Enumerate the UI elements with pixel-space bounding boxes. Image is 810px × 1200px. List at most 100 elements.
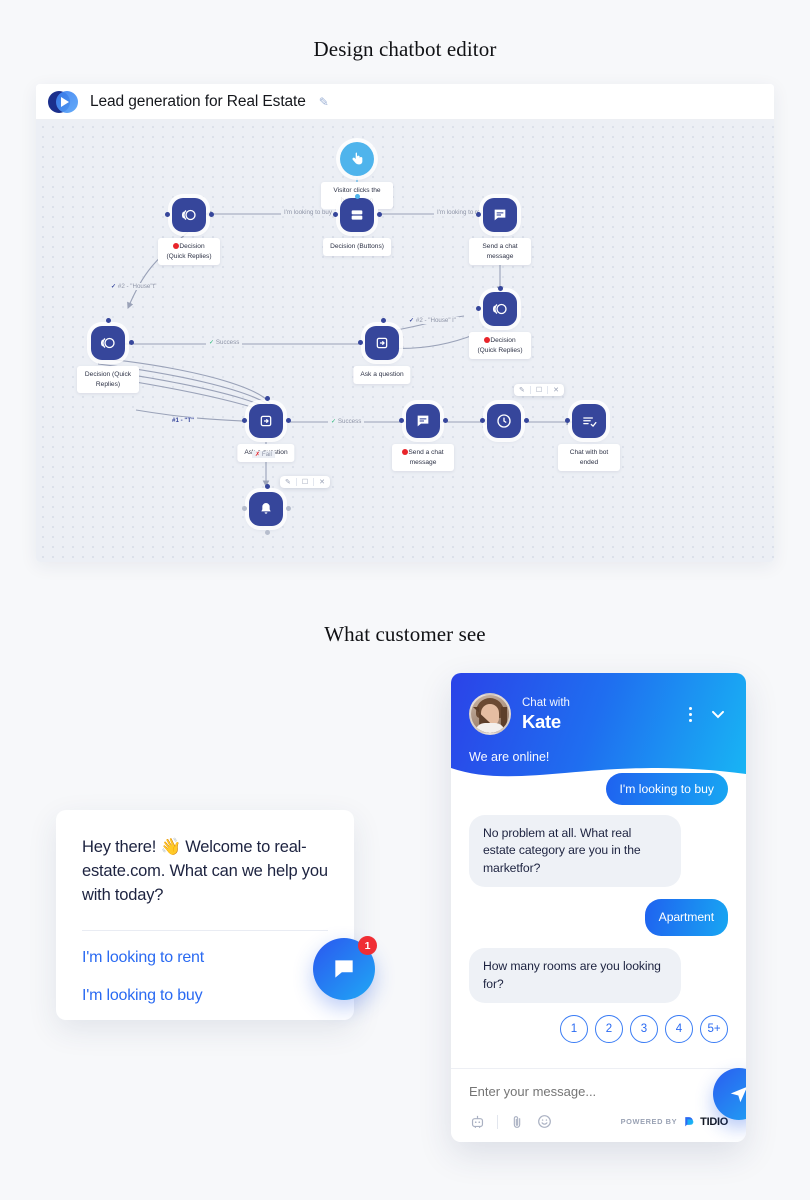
port[interactable] xyxy=(129,340,134,345)
quick-replies-icon xyxy=(91,326,125,360)
port[interactable] xyxy=(399,418,404,423)
avatar xyxy=(469,693,511,735)
room-option-3[interactable]: 3 xyxy=(630,1014,658,1043)
node-decision-quick-replies-3[interactable]: Decision (Quick Replies) xyxy=(77,326,139,394)
send-icon xyxy=(730,1087,746,1103)
emoji-icon[interactable] xyxy=(536,1113,553,1130)
room-option-5plus[interactable]: 5+ xyxy=(700,1014,728,1043)
node-chat-ended[interactable]: Chat with bot ended xyxy=(558,404,620,472)
chat-message-user-1: I'm looking to buy xyxy=(605,773,728,805)
port[interactable] xyxy=(443,418,448,423)
edge-label-house2-left: ✓ #2 - "House"t" xyxy=(108,283,160,290)
chat-widget-footer: POWERED BY TIDIO xyxy=(451,1068,746,1142)
chat-launcher-button[interactable]: 1 xyxy=(313,936,377,1000)
port[interactable] xyxy=(565,418,570,423)
edge-label-buy: I'm looking to buy xyxy=(281,209,335,216)
port[interactable] xyxy=(106,318,111,323)
node-mini-toolbar[interactable]: ✎ ☐ ✕ xyxy=(514,384,565,396)
attachment-icon[interactable] xyxy=(509,1114,525,1130)
chat-message-bot-1: No problem at all. What real estate cate… xyxy=(469,815,681,887)
node-notify[interactable] xyxy=(249,492,283,526)
pencil-icon[interactable]: ✎ xyxy=(319,95,329,109)
chatbot-editor-window: Lead generation for Real Estate ✎ Visito… xyxy=(36,84,774,562)
divider xyxy=(547,386,549,394)
port[interactable] xyxy=(524,418,529,423)
port[interactable] xyxy=(265,530,270,535)
node-send-message-1-label: Send a chat message xyxy=(469,238,531,266)
edge-label-house1: #1 - "T" xyxy=(169,417,198,424)
port[interactable] xyxy=(265,484,270,489)
chat-bubble-icon xyxy=(335,960,353,978)
kebab-menu-icon[interactable] xyxy=(689,706,692,722)
node-trigger[interactable]: Visitor clicks the bots button xyxy=(321,142,393,210)
node-decision-buttons-label: Decision (Buttons) xyxy=(323,238,391,256)
chat-message-bot-2: How many rooms are you looking for? xyxy=(469,948,681,1003)
flow-canvas[interactable]: Visitor clicks the bots button Decision … xyxy=(36,120,774,562)
agent-name: Kate xyxy=(522,710,561,732)
hand-click-icon xyxy=(340,142,374,176)
room-option-2[interactable]: 2 xyxy=(595,1014,623,1043)
edge-label-house2-right: ✓ #2 - "House" l" xyxy=(406,317,459,324)
welcome-option-buy[interactable]: I'm looking to buy xyxy=(82,987,328,1005)
powered-by: POWERED BY TIDIO xyxy=(620,1115,729,1128)
tidio-play-logo-icon xyxy=(48,90,80,114)
port[interactable] xyxy=(358,340,363,345)
copy-icon[interactable]: ☐ xyxy=(302,479,308,486)
node-decision-quick-replies-2[interactable]: Decision (Quick Replies) xyxy=(469,292,531,360)
chevron-down-icon[interactable] xyxy=(708,704,728,724)
node-ask-question-1[interactable]: Ask a question xyxy=(353,326,411,384)
bot-icon[interactable] xyxy=(469,1113,486,1130)
port[interactable] xyxy=(165,212,170,217)
close-icon[interactable]: ✕ xyxy=(553,387,559,394)
node-delay[interactable] xyxy=(487,404,521,438)
page-title-editor: Design chatbot editor xyxy=(313,37,497,61)
node-send-message-1[interactable]: Send a chat message xyxy=(469,198,531,266)
flow-connectors xyxy=(97,178,574,488)
pencil-icon[interactable]: ✎ xyxy=(519,387,525,394)
quick-reply-options: 1 2 3 4 5+ xyxy=(469,1014,728,1043)
quick-replies-icon xyxy=(483,292,517,326)
powered-by-label: POWERED BY xyxy=(620,1117,678,1126)
buttons-icon xyxy=(340,198,374,232)
chat-widget-header: Chat with Kate We are online! xyxy=(451,673,746,786)
port[interactable] xyxy=(498,286,503,291)
port[interactable] xyxy=(242,418,247,423)
node-decision-buttons[interactable]: Decision (Buttons) xyxy=(323,198,391,256)
chat-message-icon xyxy=(406,404,440,438)
chat-row: Apartment xyxy=(469,898,728,937)
editor-titlebar: Lead generation for Real Estate ✎ xyxy=(36,84,774,120)
port[interactable] xyxy=(377,212,382,217)
list-check-icon xyxy=(572,404,606,438)
port[interactable] xyxy=(286,506,291,511)
port[interactable] xyxy=(476,212,481,217)
node-ask-question-2[interactable]: Ask a question xyxy=(237,404,295,462)
close-icon[interactable]: ✕ xyxy=(319,479,325,486)
port[interactable] xyxy=(209,212,214,217)
node-mini-toolbar[interactable]: ✎ ☐ ✕ xyxy=(280,476,331,488)
node-send-message-2[interactable]: Send a chat message xyxy=(392,404,454,472)
node-decision-quick-replies-1[interactable]: Decision (Quick Replies) xyxy=(158,198,220,266)
port[interactable] xyxy=(333,212,338,217)
copy-icon[interactable]: ☐ xyxy=(536,387,542,394)
port[interactable] xyxy=(242,506,247,511)
edge-label-success-bottom: ✓ Success xyxy=(328,418,365,425)
port[interactable] xyxy=(355,194,360,199)
edge-label-success-mid: ✓ Success xyxy=(206,339,243,346)
chat-message-user-2: Apartment xyxy=(644,898,728,937)
message-input[interactable] xyxy=(469,1084,728,1113)
port[interactable] xyxy=(286,418,291,423)
port[interactable] xyxy=(381,318,386,323)
port[interactable] xyxy=(476,306,481,311)
divider xyxy=(295,478,297,486)
editor-flow-title: Lead generation for Real Estate xyxy=(90,92,306,110)
pencil-icon[interactable]: ✎ xyxy=(285,479,291,486)
room-option-1[interactable]: 1 xyxy=(560,1014,588,1043)
divider xyxy=(529,386,531,394)
node-decision-quick-replies-3-label: Decision (Quick Replies) xyxy=(77,366,139,394)
footer-icon-bar: POWERED BY TIDIO xyxy=(469,1113,728,1130)
room-option-4[interactable]: 4 xyxy=(665,1014,693,1043)
port[interactable] xyxy=(265,396,270,401)
port[interactable] xyxy=(480,418,485,423)
edge-label-fail: ✗ Fail xyxy=(252,451,275,458)
welcome-option-rent[interactable]: I'm looking to rent xyxy=(82,949,328,967)
